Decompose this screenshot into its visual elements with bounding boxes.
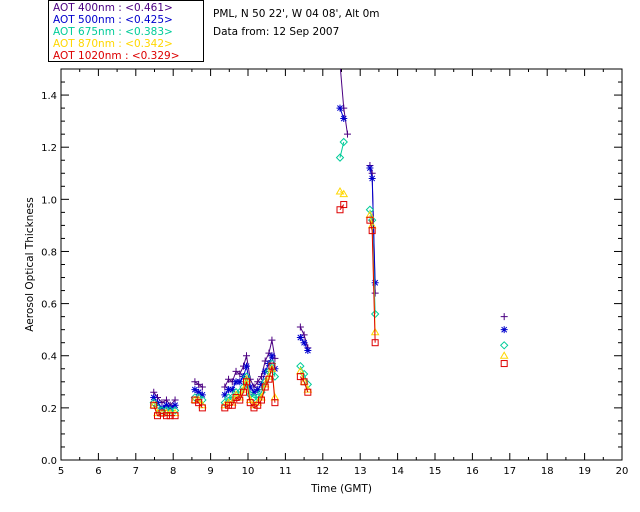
x-tick-label: 18 bbox=[541, 466, 554, 477]
data-point-plus bbox=[371, 289, 379, 297]
x-tick-label: 5 bbox=[58, 466, 64, 477]
x-tick-label: 16 bbox=[466, 466, 479, 477]
x-tick-label: 7 bbox=[133, 466, 139, 477]
data-point-plus bbox=[296, 323, 304, 331]
legend: AOT 400nm : <0.461> AOT 500nm : <0.425> … bbox=[48, 0, 204, 62]
data-point-asterisk bbox=[304, 347, 312, 355]
series-0 bbox=[150, 60, 508, 409]
data-point-plus bbox=[243, 352, 251, 360]
data-point-diamond bbox=[499, 341, 509, 350]
series-3 bbox=[149, 187, 509, 417]
series-line bbox=[339, 69, 348, 135]
x-tick-label: 14 bbox=[391, 466, 404, 477]
x-tick-label: 10 bbox=[242, 466, 255, 477]
x-tick-label: 20 bbox=[616, 466, 629, 477]
legend-item-870nm: AOT 870nm : <0.342> bbox=[53, 38, 173, 50]
data-point-asterisk bbox=[500, 326, 508, 334]
aot-chart: 5 6 7 8 9 10 11 12 13 14 15 16 17 18 19 20 0.0 0.2 0.4 0.6 0… bbox=[24, 60, 629, 495]
legend-label-1020nm: AOT 1020nm : <0.329> bbox=[53, 50, 180, 62]
data-point-asterisk bbox=[171, 401, 179, 409]
x-tick-label: 17 bbox=[503, 466, 516, 477]
y-tick-label: 1.2 bbox=[41, 143, 57, 154]
legend-item-400nm: AOT 400nm : <0.461> bbox=[53, 2, 173, 14]
series-1 bbox=[150, 104, 508, 412]
data-point-plus bbox=[343, 130, 351, 138]
y-tick-label: 0.0 bbox=[41, 456, 57, 467]
x-axis-label: Time (GMT) bbox=[310, 483, 372, 495]
y-tick-label: 1.4 bbox=[41, 91, 57, 102]
x-tick-label: 6 bbox=[95, 466, 101, 477]
x-tick-label: 13 bbox=[354, 466, 367, 477]
data-point-asterisk bbox=[368, 174, 376, 182]
legend-label-675nm: AOT 675nm : <0.383> bbox=[53, 26, 173, 38]
data-point-asterisk bbox=[300, 339, 308, 347]
x-tick-label: 15 bbox=[429, 466, 442, 477]
data-point-asterisk bbox=[366, 164, 374, 172]
y-tick-label: 0.8 bbox=[41, 247, 57, 258]
x-tick-label: 19 bbox=[578, 466, 591, 477]
data-point-asterisk bbox=[243, 362, 251, 370]
data-point-square bbox=[500, 360, 508, 368]
legend-label-870nm: AOT 870nm : <0.342> bbox=[53, 38, 173, 50]
data-point-plus bbox=[500, 313, 508, 321]
plot-frame bbox=[60, 68, 623, 461]
data-point-asterisk bbox=[371, 279, 379, 287]
y-tick-label: 0.4 bbox=[41, 352, 57, 363]
y-tick-label: 1.0 bbox=[41, 195, 57, 206]
data-point-asterisk bbox=[150, 393, 158, 401]
y-tick-label: 0.6 bbox=[41, 300, 57, 311]
data-point-asterisk bbox=[336, 104, 344, 112]
x-tick-label: 12 bbox=[316, 466, 329, 477]
series-2 bbox=[149, 137, 509, 415]
axis-ticks: 5 6 7 8 9 10 11 12 13 14 15 16 17 18 19 20 0.0 0.2 0.4 0.6 0… bbox=[41, 68, 629, 477]
data-point-asterisk bbox=[296, 333, 304, 341]
y-tick-label: 0.2 bbox=[41, 404, 57, 415]
series-4 bbox=[150, 201, 508, 420]
x-tick-label: 9 bbox=[207, 466, 213, 477]
legend-item-675nm: AOT 675nm : <0.383> bbox=[53, 26, 173, 38]
y-axis-label: Aerosol Optical Thickness bbox=[24, 197, 36, 331]
data-point-triangle bbox=[499, 351, 509, 359]
legend-label-500nm: AOT 500nm : <0.425> bbox=[53, 14, 173, 26]
date-info: Data from: 12 Sep 2007 bbox=[213, 26, 340, 38]
x-tick-label: 8 bbox=[170, 466, 176, 477]
series-layer bbox=[149, 60, 509, 420]
data-point-asterisk bbox=[268, 352, 276, 360]
site-info: PML, N 50 22', W 04 08', Alt 0m bbox=[213, 8, 380, 20]
legend-item-500nm: AOT 500nm : <0.425> bbox=[53, 14, 173, 26]
data-point-asterisk bbox=[340, 115, 348, 123]
data-point-plus bbox=[337, 60, 344, 67]
data-point-plus bbox=[268, 336, 276, 344]
legend-item-1020nm: AOT 1020nm : <0.329> bbox=[53, 50, 180, 62]
x-tick-label: 11 bbox=[279, 466, 292, 477]
legend-label-400nm: AOT 400nm : <0.461> bbox=[53, 2, 173, 14]
